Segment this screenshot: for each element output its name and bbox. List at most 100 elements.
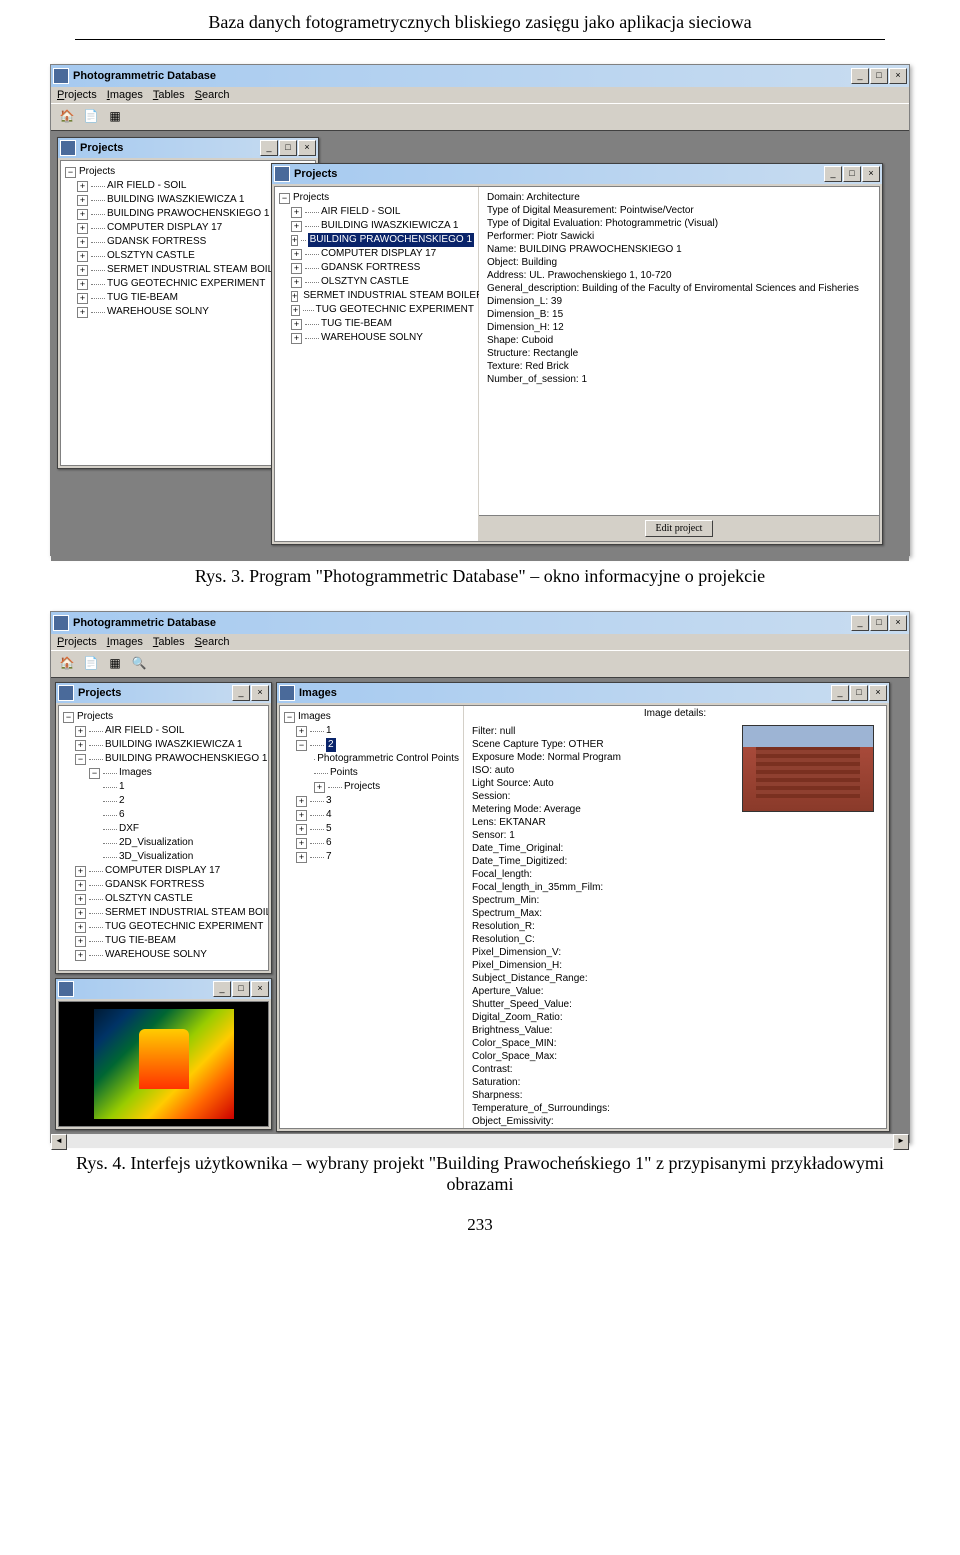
expand-icon[interactable]: + bbox=[291, 291, 298, 302]
expand-icon[interactable]: + bbox=[296, 796, 307, 807]
tree-item[interactable]: +TUG TIE-BEAM bbox=[279, 317, 474, 331]
tree-item[interactable]: +1 bbox=[284, 724, 459, 738]
expand-icon[interactable]: + bbox=[75, 936, 86, 947]
close-button[interactable]: × bbox=[869, 685, 887, 701]
tree-item[interactable]: +AIR FIELD - SOIL bbox=[279, 205, 474, 219]
tree-item[interactable]: +COMPUTER DISPLAY 17 bbox=[63, 864, 269, 878]
expand-icon[interactable]: + bbox=[291, 263, 302, 274]
tree-item[interactable]: 2 bbox=[63, 794, 269, 808]
expand-icon[interactable]: + bbox=[291, 277, 302, 288]
maximize-button[interactable]: □ bbox=[870, 68, 888, 84]
close-button[interactable]: × bbox=[251, 981, 269, 997]
tree-item[interactable]: DXF bbox=[63, 822, 269, 836]
tree-item[interactable]: +WAREHOUSE SOLNY bbox=[65, 305, 287, 319]
expand-icon[interactable]: + bbox=[77, 181, 88, 192]
expand-icon[interactable]: + bbox=[75, 880, 86, 891]
tree-item[interactable]: −BUILDING PRAWOCHENSKIEGO 1 bbox=[63, 752, 269, 766]
toolbar-icon-1[interactable]: 🏠 bbox=[57, 653, 77, 673]
projects-tree-back[interactable]: −Projects +AIR FIELD - SOIL+BUILDING IWA… bbox=[61, 161, 291, 465]
expand-icon[interactable]: + bbox=[77, 237, 88, 248]
tree-item[interactable]: +6 bbox=[284, 836, 459, 850]
expand-icon[interactable]: + bbox=[75, 866, 86, 877]
collapse-icon[interactable]: − bbox=[279, 193, 290, 204]
projects-tree-2[interactable]: −Projects +AIR FIELD - SOIL+BUILDING IWA… bbox=[59, 706, 269, 970]
expand-icon[interactable]: + bbox=[296, 824, 307, 835]
expand-icon[interactable]: + bbox=[77, 195, 88, 206]
projects-tree-front[interactable]: −Projects +AIR FIELD - SOIL+BUILDING IWA… bbox=[275, 187, 479, 541]
minimize-button[interactable]: _ bbox=[260, 140, 278, 156]
tree-item[interactable]: +TUG GEOTECHNIC EXPERIMENT bbox=[63, 920, 269, 934]
expand-icon[interactable]: + bbox=[291, 221, 302, 232]
tree-item[interactable]: +BUILDING PRAWOCHENSKIEGO 1 bbox=[65, 207, 287, 221]
menu-projects[interactable]: Projects bbox=[57, 636, 97, 648]
minimize-button[interactable]: _ bbox=[851, 68, 869, 84]
menu-projects[interactable]: Projects bbox=[57, 89, 97, 101]
expand-icon[interactable]: + bbox=[291, 319, 302, 330]
maximize-button[interactable]: □ bbox=[232, 981, 250, 997]
close-button[interactable]: × bbox=[889, 615, 907, 631]
tree-item[interactable]: +SERMET INDUSTRIAL STEAM BOILER bbox=[63, 906, 269, 920]
tree-item[interactable]: +COMPUTER DISPLAY 17 bbox=[65, 221, 287, 235]
tree-item[interactable]: +GDANSK FORTRESS bbox=[279, 261, 474, 275]
tree-item[interactable]: +GDANSK FORTRESS bbox=[65, 235, 287, 249]
expand-icon[interactable]: + bbox=[77, 293, 88, 304]
maximize-button[interactable]: □ bbox=[843, 166, 861, 182]
tree-item[interactable]: +WAREHOUSE SOLNY bbox=[63, 948, 269, 962]
expand-icon[interactable]: + bbox=[296, 726, 307, 737]
collapse-icon[interactable]: − bbox=[284, 712, 295, 723]
horizontal-scrollbar[interactable]: ◄ ► bbox=[51, 1133, 909, 1148]
toolbar-icon-1[interactable]: 🏠 bbox=[57, 106, 77, 126]
tree-item[interactable]: −Images bbox=[63, 766, 269, 780]
close-button[interactable]: × bbox=[862, 166, 880, 182]
expand-icon[interactable]: + bbox=[291, 249, 302, 260]
scroll-right-icon[interactable]: ► bbox=[893, 1134, 909, 1150]
tree-item[interactable]: +SERMET INDUSTRIAL STEAM BOILER bbox=[279, 289, 474, 303]
menu-tables[interactable]: Tables bbox=[153, 89, 185, 101]
tree-item[interactable]: +BUILDING IWASZKIEWICZA 1 bbox=[63, 738, 269, 752]
toolbar-icon-4[interactable]: 🔍 bbox=[129, 653, 149, 673]
expand-icon[interactable]: + bbox=[291, 333, 302, 344]
expand-icon[interactable]: + bbox=[291, 305, 300, 316]
toolbar-icon-2[interactable]: 📄 bbox=[81, 653, 101, 673]
tree-item[interactable]: +GDANSK FORTRESS bbox=[63, 878, 269, 892]
tree-item[interactable]: +SERMET INDUSTRIAL STEAM BOILER bbox=[65, 263, 287, 277]
tree-item[interactable]: +WAREHOUSE SOLNY bbox=[279, 331, 474, 345]
tree-item[interactable]: +3 bbox=[284, 794, 459, 808]
expand-icon[interactable]: + bbox=[77, 209, 88, 220]
expand-icon[interactable]: + bbox=[77, 307, 88, 318]
tree-item[interactable]: 6 bbox=[63, 808, 269, 822]
minimize-button[interactable]: _ bbox=[213, 981, 231, 997]
menu-tables[interactable]: Tables bbox=[153, 636, 185, 648]
minimize-button[interactable]: _ bbox=[851, 615, 869, 631]
minimize-button[interactable]: _ bbox=[824, 166, 842, 182]
tree-item[interactable]: +BUILDING IWASZKIEWICZA 1 bbox=[279, 219, 474, 233]
tree-item[interactable]: +COMPUTER DISPLAY 17 bbox=[279, 247, 474, 261]
minimize-button[interactable]: _ bbox=[831, 685, 849, 701]
expand-icon[interactable]: + bbox=[296, 838, 307, 849]
tree-item[interactable]: +OLSZTYN CASTLE bbox=[279, 275, 474, 289]
expand-icon[interactable]: + bbox=[296, 810, 307, 821]
tree-item[interactable]: +Projects bbox=[284, 780, 459, 794]
toolbar-icon-2[interactable]: 📄 bbox=[81, 106, 101, 126]
toolbar-icon-3[interactable]: ▦ bbox=[105, 653, 125, 673]
tree-item[interactable]: +7 bbox=[284, 850, 459, 864]
collapse-icon[interactable]: − bbox=[63, 712, 74, 723]
tree-item[interactable]: 3D_Visualization bbox=[63, 850, 269, 864]
expand-icon[interactable]: + bbox=[291, 235, 298, 246]
maximize-button[interactable]: □ bbox=[870, 615, 888, 631]
tree-item[interactable]: −2 bbox=[284, 738, 459, 752]
tree-item[interactable]: +4 bbox=[284, 808, 459, 822]
expand-icon[interactable]: + bbox=[77, 223, 88, 234]
menu-search[interactable]: Search bbox=[195, 89, 230, 101]
tree-item[interactable]: +OLSZTYN CASTLE bbox=[63, 892, 269, 906]
expand-icon[interactable]: + bbox=[75, 894, 86, 905]
tree-item[interactable]: +OLSZTYN CASTLE bbox=[65, 249, 287, 263]
close-button[interactable]: × bbox=[889, 68, 907, 84]
expand-icon[interactable]: + bbox=[296, 852, 307, 863]
toolbar-icon-3[interactable]: ▦ bbox=[105, 106, 125, 126]
edit-project-button[interactable]: Edit project bbox=[645, 520, 714, 537]
menu-images[interactable]: Images bbox=[107, 89, 143, 101]
maximize-button[interactable]: □ bbox=[850, 685, 868, 701]
expand-icon[interactable]: + bbox=[75, 740, 86, 751]
close-button[interactable]: × bbox=[298, 140, 316, 156]
